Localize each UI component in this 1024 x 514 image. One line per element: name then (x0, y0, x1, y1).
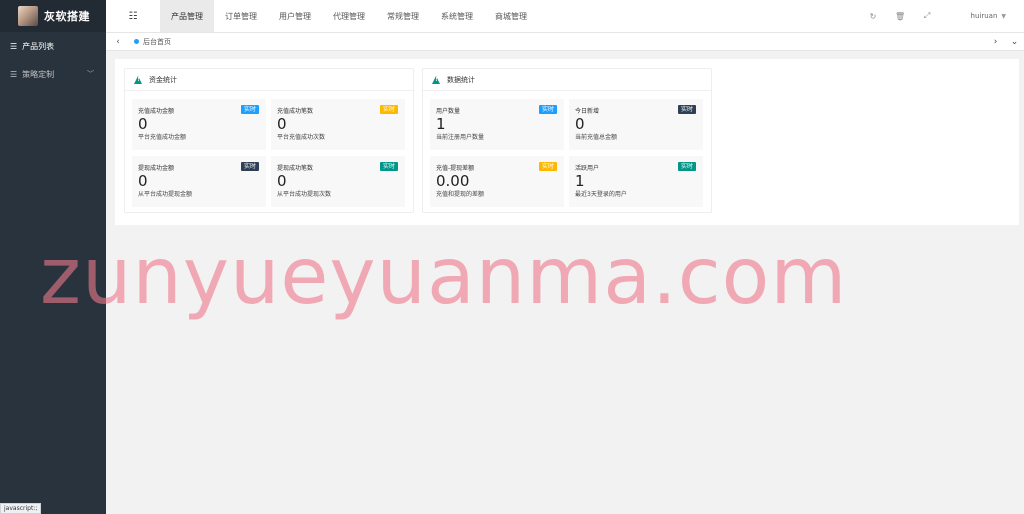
tab-user[interactable]: 用户管理 (268, 0, 322, 32)
tab-general[interactable]: 常规管理 (376, 0, 430, 32)
dashboard: ! 资金统计 充值成功金额 0 平台充值成功金额 实时 充值成功笔数 0 平台充… (115, 59, 1019, 225)
panel-header: ! 资金统计 (125, 69, 413, 91)
card-value: 0 (575, 115, 585, 133)
data-panel: ! 数据统计 用户数量 1 当前注册用户数量 实时 今日新增 0 当前充值总金额… (422, 68, 712, 213)
logo[interactable]: 灰软搭建 (0, 0, 106, 32)
warning-icon: ! (432, 75, 441, 84)
realtime-badge: 实时 (240, 105, 259, 114)
stat-card: 充值-提现差额 0.00 充值和提现的差额 实时 (430, 156, 564, 207)
chevron-right-icon[interactable]: › (986, 37, 1005, 47)
watermark: zunyueyuanma.com (40, 232, 848, 322)
stat-card: 提现成功金额 0 从平台成功提现金额 实时 (132, 156, 266, 207)
username: huiruan (970, 12, 998, 20)
fullscreen-icon[interactable]: ⤢ (914, 11, 941, 21)
tab-order[interactable]: 订单管理 (214, 0, 268, 32)
top-header: ☷ 产品管理 订单管理 用户管理 代理管理 常规管理 系统管理 商城管理 ↻ 🗑… (106, 0, 1024, 32)
tab-product[interactable]: 产品管理 (160, 0, 214, 32)
realtime-badge: 实时 (677, 105, 696, 114)
logo-avatar (18, 6, 38, 26)
stat-card: 活跃用户 1 最近3天登录的用户 实时 (569, 156, 703, 207)
tab-system[interactable]: 系统管理 (430, 0, 484, 32)
card-subtitle: 从平台成功提现金额 (138, 191, 193, 198)
tab-mall[interactable]: 商城管理 (484, 0, 538, 32)
card-subtitle: 当前充值总金额 (575, 134, 618, 141)
brand-title: 灰软搭建 (44, 10, 90, 23)
warning-icon: ! (134, 75, 143, 84)
caret-down-icon: ▼ (1001, 12, 1006, 20)
panel-title: 数据统计 (447, 75, 475, 84)
sidebar-item-strategy[interactable]: ☰ 策略定制 ﹀ (0, 60, 106, 88)
card-value: 1 (436, 115, 446, 133)
menu-toggle-icon[interactable]: ☷ (106, 0, 160, 32)
list-icon: ☰ (10, 41, 18, 51)
stat-card: 用户数量 1 当前注册用户数量 实时 (430, 99, 564, 150)
chevron-left-icon[interactable]: ‹ (106, 37, 130, 47)
realtime-badge: 实时 (538, 162, 557, 171)
tab-home-label: 后台首页 (143, 37, 171, 46)
tab-agent[interactable]: 代理管理 (322, 0, 376, 32)
trash-icon[interactable]: 🗑 (887, 12, 914, 21)
card-value: 1 (575, 172, 585, 190)
sidebar-item-product-list[interactable]: ☰ 产品列表 (0, 32, 106, 60)
card-value: 0 (277, 115, 287, 133)
user-menu[interactable]: huiruan ▼ (941, 12, 1024, 20)
stat-card: 今日新增 0 当前充值总金额 实时 (569, 99, 703, 150)
funds-panel: ! 资金统计 充值成功金额 0 平台充值成功金额 实时 充值成功笔数 0 平台充… (124, 68, 414, 213)
page-tabstrip: ‹ 后台首页 › ⌄ (106, 32, 1024, 51)
tab-home[interactable]: 后台首页 (130, 37, 171, 47)
chevron-down-icon: ﹀ (87, 70, 94, 78)
card-subtitle: 从平台成功提现次数 (277, 191, 332, 198)
card-subtitle: 当前注册用户数量 (436, 134, 485, 141)
card-subtitle: 充值和提现的差额 (436, 191, 485, 198)
chevron-down-icon[interactable]: ⌄ (1005, 37, 1024, 47)
list-icon: ☰ (10, 69, 18, 79)
realtime-badge: 实时 (379, 105, 398, 114)
active-dot (134, 39, 139, 44)
realtime-badge: 实时 (677, 162, 696, 171)
card-subtitle: 平台充值成功次数 (277, 134, 326, 141)
card-value: 0 (138, 172, 148, 190)
card-subtitle: 平台充值成功金额 (138, 134, 187, 141)
realtime-badge: 实时 (379, 162, 398, 171)
sidebar-item-label: 策略定制 (22, 69, 55, 79)
sidebar-item-label: 产品列表 (22, 41, 55, 51)
stat-card: 提现成功笔数 0 从平台成功提现次数 实时 (271, 156, 405, 207)
stat-card: 充值成功笔数 0 平台充值成功次数 实时 (271, 99, 405, 150)
realtime-badge: 实时 (240, 162, 259, 171)
card-subtitle: 最近3天登录的用户 (575, 191, 627, 198)
panel-header: ! 数据统计 (423, 69, 711, 91)
status-bar: javascript:; (0, 503, 42, 514)
stat-card: 充值成功金额 0 平台充值成功金额 实时 (132, 99, 266, 150)
refresh-icon[interactable]: ↻ (860, 12, 887, 21)
realtime-badge: 实时 (538, 105, 557, 114)
panel-title: 资金统计 (149, 75, 177, 84)
card-value: 0.00 (436, 172, 470, 190)
card-value: 0 (277, 172, 287, 190)
card-value: 0 (138, 115, 148, 133)
